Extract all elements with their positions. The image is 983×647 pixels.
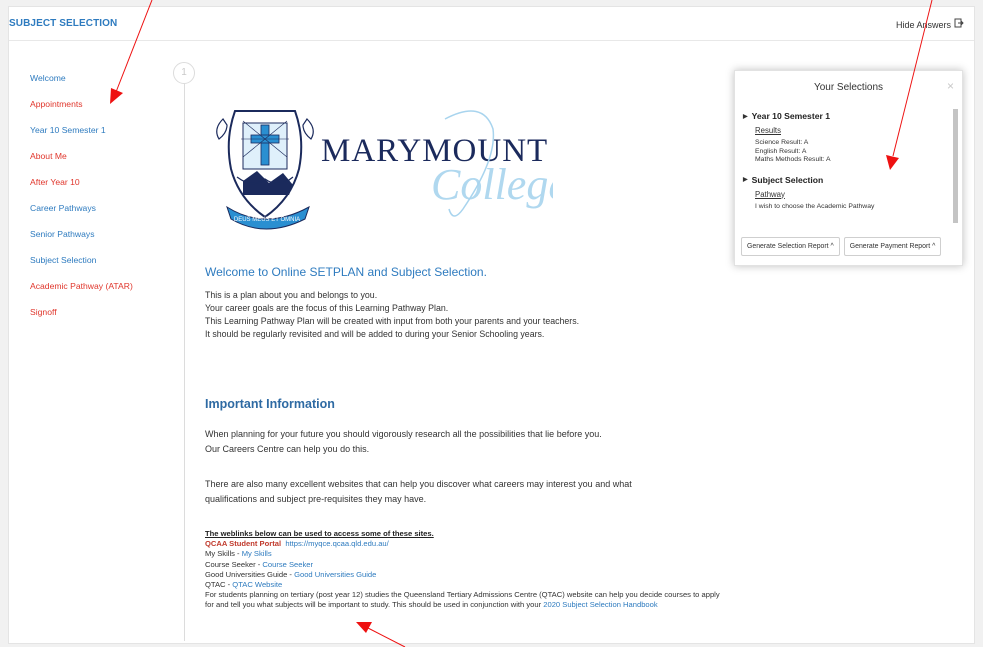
red-arrow-icon xyxy=(110,0,153,104)
annotation-arrows xyxy=(110,0,933,647)
red-arrow-icon xyxy=(886,0,933,170)
red-arrow-icon xyxy=(356,622,406,647)
